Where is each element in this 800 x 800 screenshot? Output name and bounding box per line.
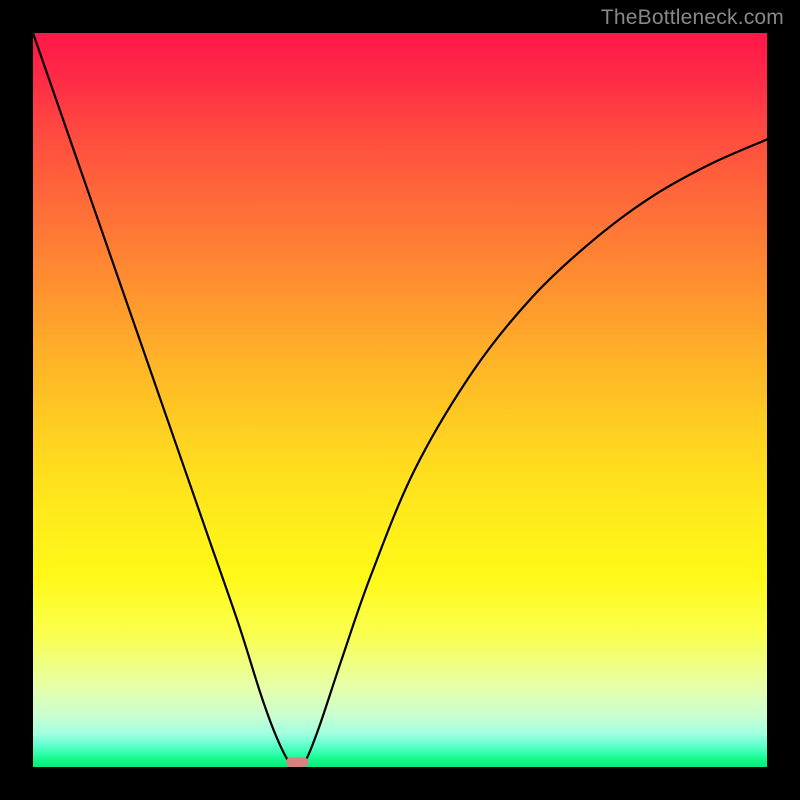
- chart-frame: TheBottleneck.com: [0, 0, 800, 800]
- plot-area: [33, 33, 767, 767]
- bottleneck-curve: [33, 33, 767, 767]
- minimum-marker: [286, 757, 308, 767]
- watermark-text: TheBottleneck.com: [601, 6, 784, 30]
